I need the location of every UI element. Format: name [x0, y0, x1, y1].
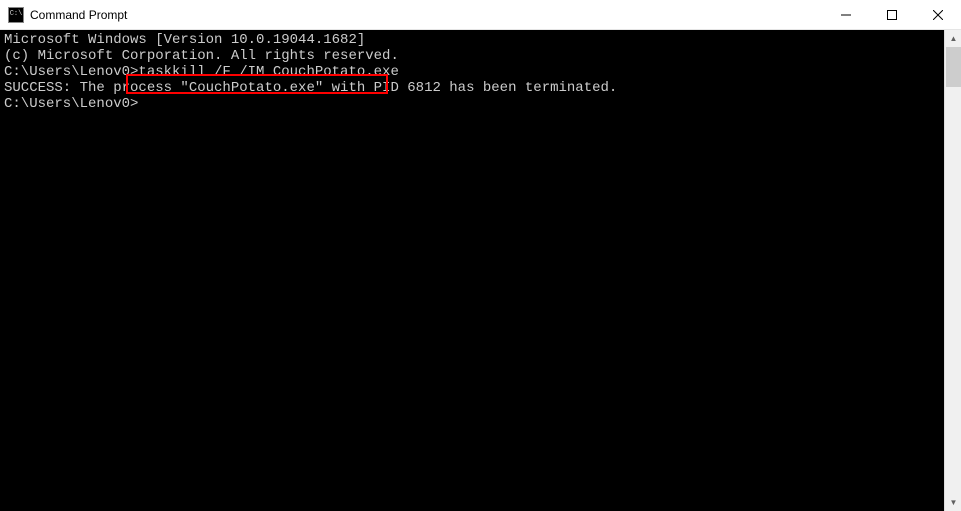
- titlebar-controls: [823, 0, 961, 29]
- close-button[interactable]: [915, 0, 961, 29]
- maximize-button[interactable]: [869, 0, 915, 29]
- prompt-path: C:\Users\Lenov0>: [4, 64, 138, 80]
- terminal-output-line: (c) Microsoft Corporation. All rights re…: [4, 48, 957, 64]
- terminal-prompt-line: C:\Users\Lenov0>: [4, 96, 957, 112]
- titlebar: C:\ Command Prompt: [0, 0, 961, 30]
- terminal-prompt-line: C:\Users\Lenov0>taskkill /F /IM CouchPot…: [4, 64, 957, 80]
- close-icon: [933, 10, 943, 20]
- cmd-icon: C:\: [8, 7, 24, 23]
- window-title: Command Prompt: [30, 8, 823, 22]
- prompt-command: taskkill /F /IM CouchPotato.exe: [138, 64, 398, 80]
- scrollbar-thumb[interactable]: [946, 47, 961, 87]
- cursor: [138, 98, 146, 112]
- minimize-icon: [841, 10, 851, 20]
- minimize-button[interactable]: [823, 0, 869, 29]
- prompt-path: C:\Users\Lenov0>: [4, 96, 138, 112]
- terminal-output-line: SUCCESS: The process "CouchPotato.exe" w…: [4, 80, 957, 96]
- vertical-scrollbar[interactable]: ▲ ▼: [944, 30, 961, 511]
- scrollbar-down-arrow-icon[interactable]: ▼: [945, 494, 961, 511]
- terminal-output-line: Microsoft Windows [Version 10.0.19044.16…: [4, 32, 957, 48]
- terminal-area[interactable]: Microsoft Windows [Version 10.0.19044.16…: [0, 30, 961, 511]
- maximize-icon: [887, 10, 897, 20]
- scrollbar-up-arrow-icon[interactable]: ▲: [945, 30, 961, 47]
- cmd-icon-text: C:\: [10, 11, 23, 18]
